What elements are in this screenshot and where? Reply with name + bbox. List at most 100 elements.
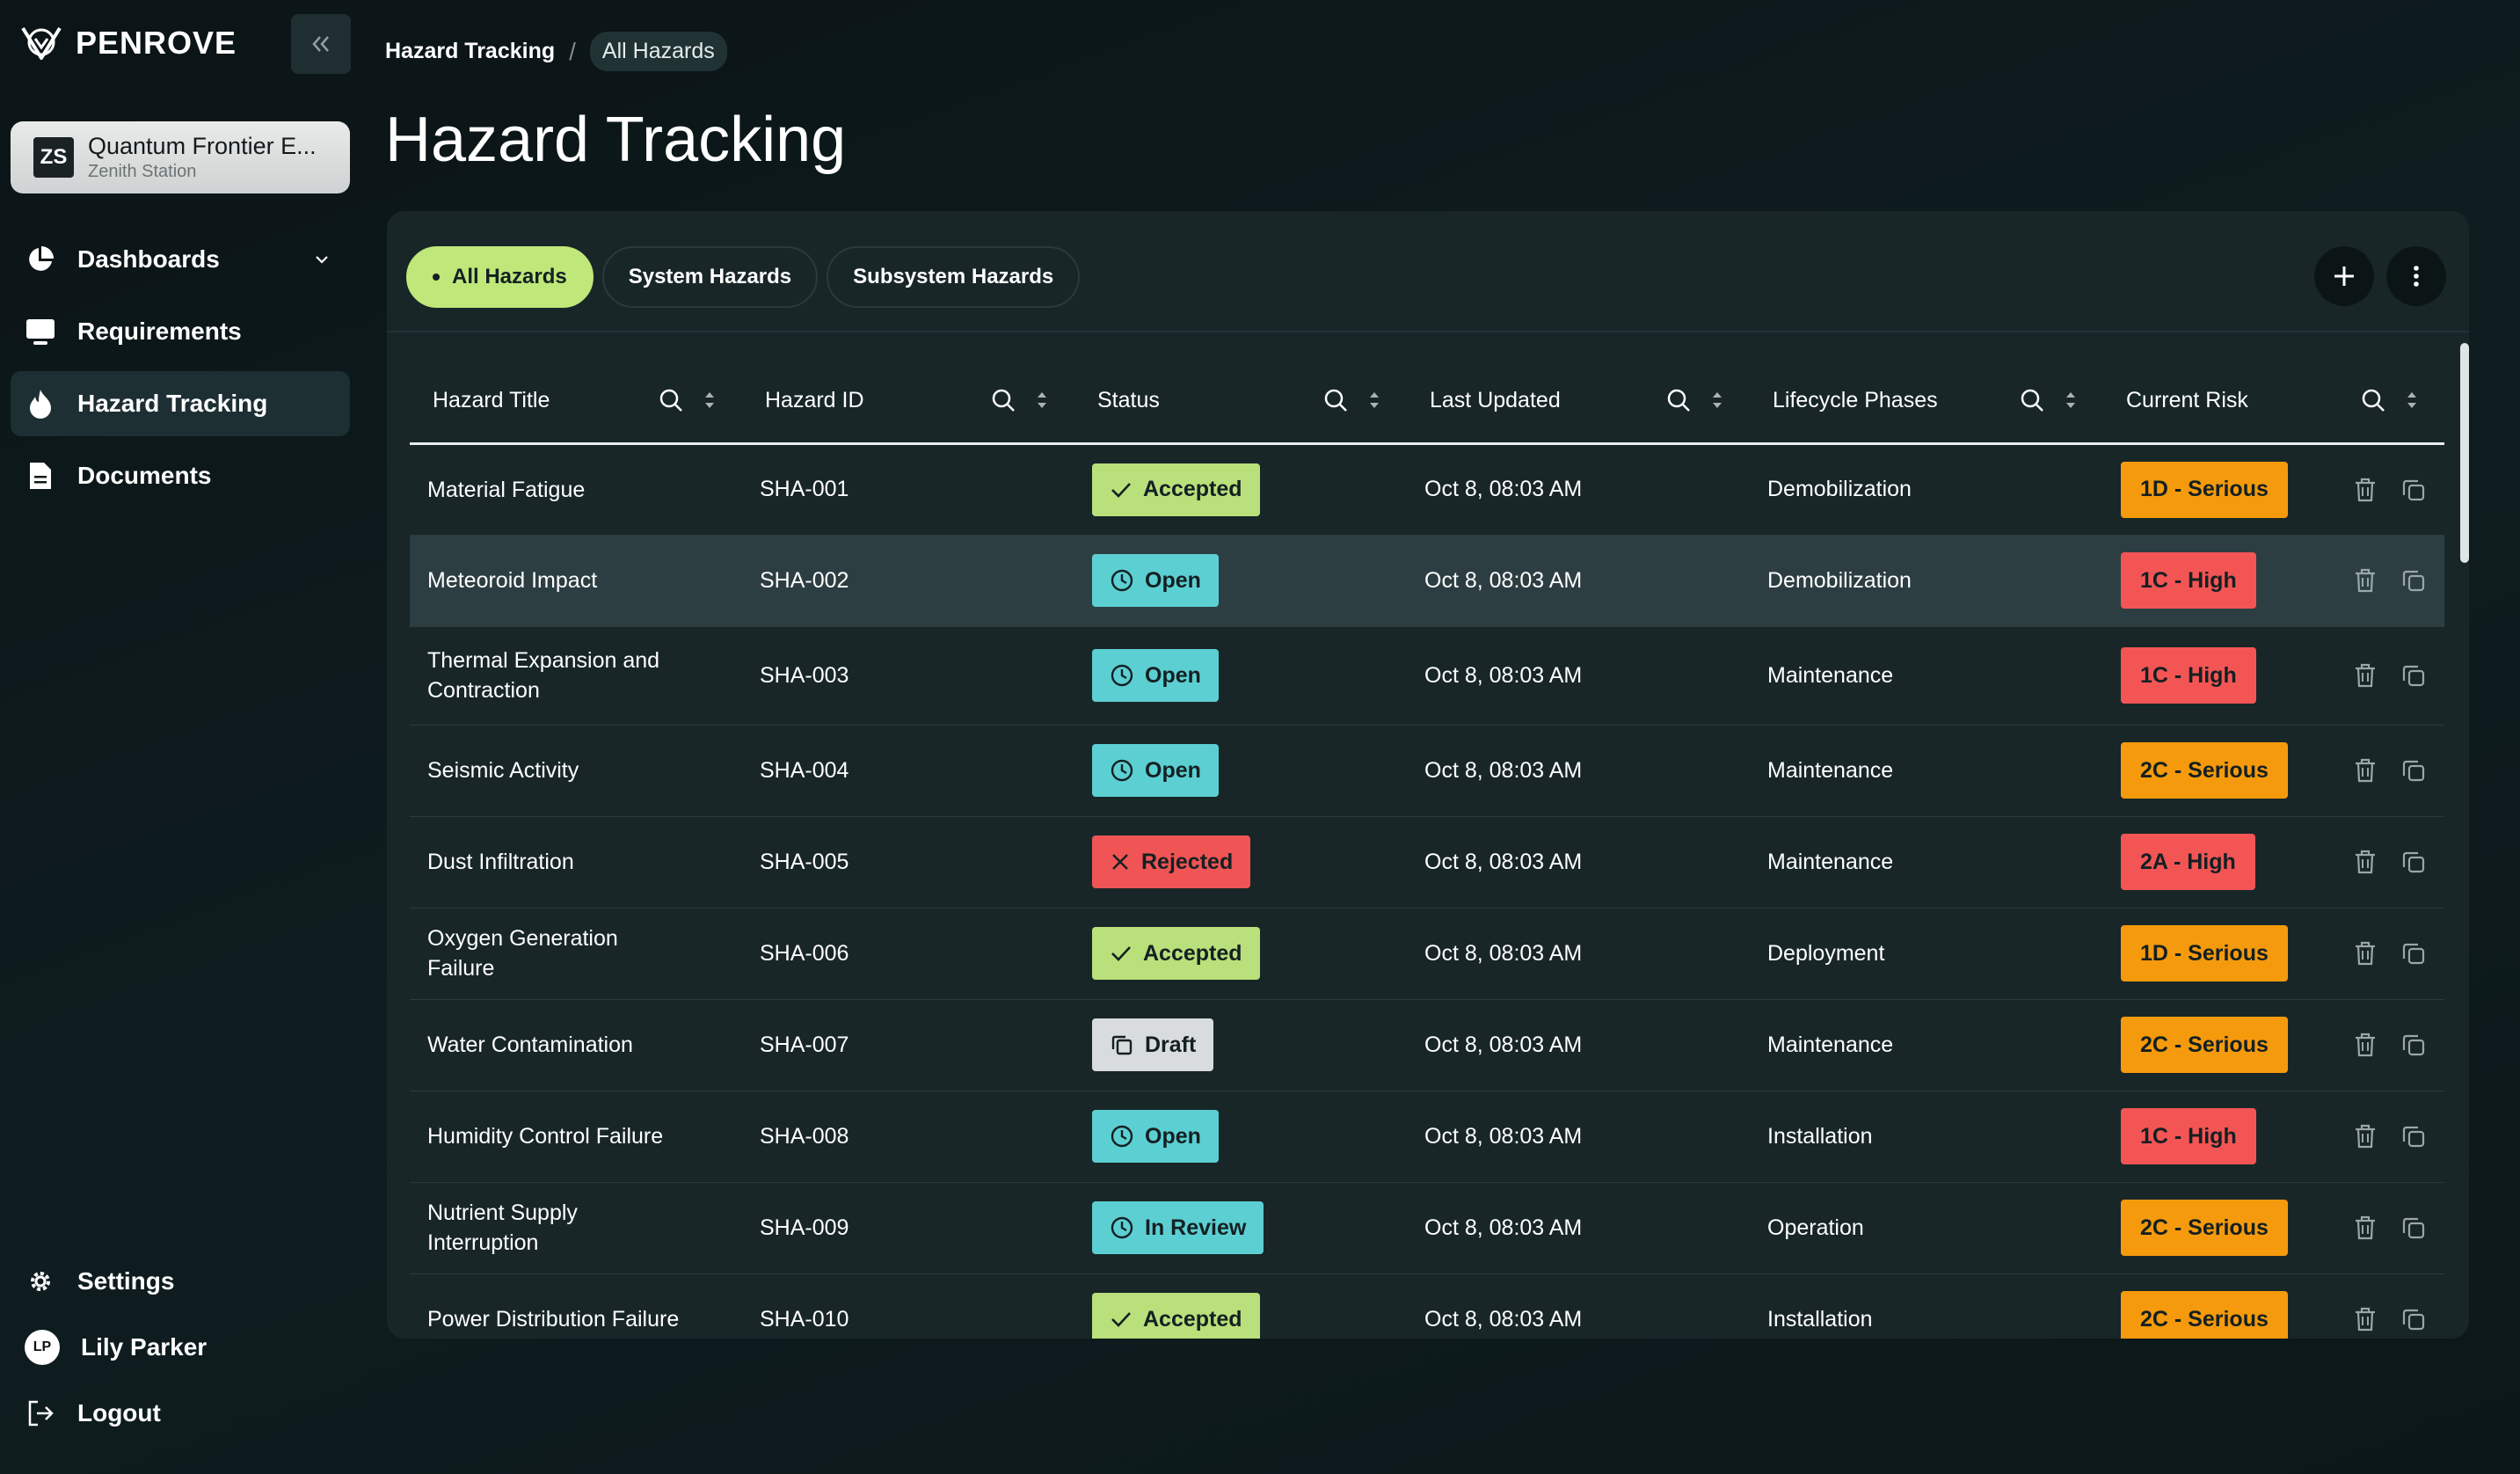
nav-item-settings[interactable]: Settings (11, 1252, 350, 1310)
sort-icon[interactable] (2406, 390, 2418, 411)
nav-item-user[interactable]: LP Lily Parker (11, 1318, 350, 1376)
trash-icon[interactable] (2353, 477, 2378, 503)
table-row[interactable]: Power Distribution Failure SHA-010 Accepte… (410, 1273, 2444, 1339)
last-updated-cell: Oct 8, 08:03 AM (1407, 725, 1750, 817)
hazard-title-cell: Seismic Activity (410, 725, 742, 817)
sort-icon[interactable] (703, 390, 716, 411)
trash-icon[interactable] (2353, 849, 2378, 875)
column-header[interactable]: Lifecycle Phases (1750, 359, 2103, 445)
status-badge[interactable]: Open (1092, 744, 1219, 797)
collapse-sidebar-button[interactable] (291, 14, 351, 74)
duplicate-icon[interactable] (2400, 1306, 2427, 1332)
status-badge[interactable]: Draft (1092, 1018, 1214, 1071)
duplicate-icon[interactable] (2400, 662, 2427, 689)
nav-item-logout[interactable]: Logout (11, 1384, 350, 1442)
table-row[interactable]: Nutrient Supply Interruption SHA-009 In Re… (410, 1182, 2444, 1274)
chevron-down-icon[interactable] (313, 251, 331, 268)
table-row[interactable]: Material Fatigue SHA-001 Accepted Oct 8, 08… (410, 443, 2444, 536)
tab-subsystem-hazards[interactable]: Subsystem Hazards (827, 246, 1081, 308)
monitor-icon (25, 316, 56, 347)
trash-icon[interactable] (2353, 1032, 2378, 1058)
breadcrumb-current[interactable]: All Hazards (589, 32, 727, 71)
organization-switcher[interactable]: ZS Quantum Frontier E... Zenith Station (11, 121, 350, 193)
lifecycle-phase-cell: Maintenance (1750, 725, 2103, 817)
status-badge[interactable]: Accepted (1092, 927, 1260, 980)
breadcrumb-parent[interactable]: Hazard Tracking (385, 39, 555, 64)
status-badge[interactable]: Rejected (1092, 836, 1251, 888)
add-hazard-button[interactable] (2314, 246, 2374, 306)
status-label: Rejected (1141, 849, 1234, 874)
nav-item-hazard-tracking[interactable]: Hazard Tracking (11, 371, 350, 436)
lifecycle-phase-cell: Maintenance (1750, 816, 2103, 908)
column-header[interactable]: Last Updated (1407, 359, 1750, 445)
table-row[interactable]: Dust Infiltration SHA-005 Rejected Oct 8, 0… (410, 816, 2444, 908)
sort-icon[interactable] (1368, 390, 1380, 411)
status-label: Open (1145, 757, 1201, 783)
duplicate-icon[interactable] (2400, 1123, 2427, 1149)
duplicate-icon[interactable] (2400, 940, 2427, 967)
trash-icon[interactable] (2353, 1306, 2378, 1332)
tab-system-hazards[interactable]: System Hazards (601, 246, 819, 308)
more-options-button[interactable] (2386, 246, 2446, 306)
risk-label: 1C - High (2140, 662, 2237, 688)
search-icon[interactable] (1322, 387, 1349, 413)
sort-icon[interactable] (1711, 390, 1723, 411)
current-risk-cell: 2A - High (2103, 816, 2444, 908)
duplicate-icon[interactable] (2400, 849, 2427, 875)
column-header[interactable]: Hazard Title (410, 359, 742, 445)
status-label: Open (1145, 567, 1201, 593)
hazard-title-cell: Meteoroid Impact (410, 535, 742, 627)
duplicate-icon[interactable] (2400, 567, 2427, 594)
table-row[interactable]: Humidity Control Failure SHA-008 Open Oct 8… (410, 1091, 2444, 1183)
hazard-id: SHA-010 (760, 1306, 849, 1332)
trash-icon[interactable] (2353, 1215, 2378, 1241)
sort-icon[interactable] (1036, 390, 1048, 411)
lifecycle-phase-cell: Deployment (1750, 908, 2103, 1000)
sort-icon[interactable] (2065, 390, 2077, 411)
nav-item-dashboards[interactable]: Dashboards (11, 227, 350, 292)
table-row[interactable]: Oxygen Generation Failure SHA-006 Accepted… (410, 908, 2444, 1000)
trash-icon[interactable] (2353, 757, 2378, 784)
nav-item-documents[interactable]: Documents (11, 443, 350, 508)
brand[interactable]: PENROVE (19, 23, 237, 63)
table-scrollbar[interactable] (2460, 343, 2469, 563)
table-row[interactable]: Water Contamination SHA-007 Draft Oct 8, 08… (410, 999, 2444, 1091)
table-row[interactable]: Meteoroid Impact SHA-002 Open Oct 8, 08:03 … (410, 535, 2444, 627)
status-badge[interactable]: Open (1092, 554, 1219, 607)
search-icon[interactable] (658, 387, 684, 413)
pie-chart-icon (25, 244, 56, 275)
status-badge[interactable]: Accepted (1092, 1293, 1260, 1339)
last-updated-cell: Oct 8, 08:03 AM (1407, 999, 1750, 1091)
duplicate-icon[interactable] (2400, 477, 2427, 503)
trash-icon[interactable] (2353, 567, 2378, 594)
table-row[interactable]: Seismic Activity SHA-004 Open Oct 8, 08:03 … (410, 725, 2444, 817)
status-badge[interactable]: Accepted (1092, 463, 1260, 516)
current-risk-cell: 2C - Serious (2103, 999, 2444, 1091)
panel-divider (387, 331, 2469, 332)
duplicate-icon[interactable] (2400, 1215, 2427, 1241)
search-icon[interactable] (1665, 387, 1692, 413)
nav-item-requirements[interactable]: Requirements (11, 299, 350, 364)
column-header[interactable]: Status (1074, 359, 1407, 445)
duplicate-icon[interactable] (2400, 1032, 2427, 1058)
trash-icon[interactable] (2353, 940, 2378, 967)
status-badge[interactable]: Open (1092, 1110, 1219, 1163)
column-header[interactable]: Current Risk (2103, 359, 2444, 445)
status-badge[interactable]: Open (1092, 649, 1219, 702)
search-icon[interactable] (990, 387, 1016, 413)
risk-label: 2C - Serious (2140, 757, 2269, 783)
duplicate-icon[interactable] (2400, 757, 2427, 784)
trash-icon[interactable] (2353, 662, 2378, 689)
logout-icon (25, 1397, 56, 1429)
table-row[interactable]: Thermal Expansion and Contraction SHA-003… (410, 626, 2444, 726)
column-header[interactable]: Hazard ID (742, 359, 1074, 445)
status-badge[interactable]: In Review (1092, 1201, 1264, 1254)
search-icon[interactable] (2360, 387, 2386, 413)
tab-label: All Hazards (452, 265, 567, 288)
search-icon[interactable] (2019, 387, 2045, 413)
current-risk-cell: 1C - High (2103, 1091, 2444, 1183)
status-cell: In Review (1074, 1182, 1407, 1274)
trash-icon[interactable] (2353, 1123, 2378, 1149)
tab-all-hazards[interactable]: All Hazards (406, 246, 594, 308)
document-icon (25, 460, 56, 492)
